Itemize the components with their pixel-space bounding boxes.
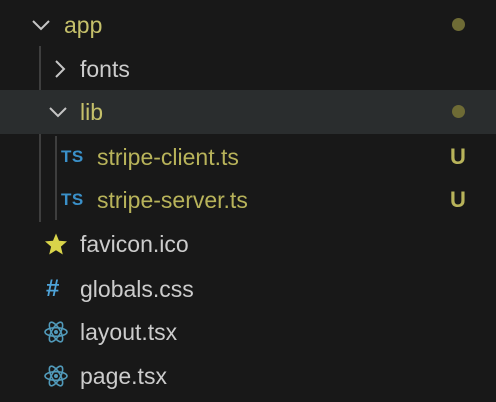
untracked-badge: U <box>450 187 466 212</box>
tree-item-label: stripe-server.ts <box>97 187 248 213</box>
tree-item-fonts[interactable]: fonts <box>0 47 496 91</box>
chevron-down-icon <box>46 100 70 124</box>
tree-item-label: favicon.ico <box>80 231 189 257</box>
tree-item-label: app <box>64 12 103 38</box>
modified-dot <box>452 18 465 31</box>
tree-item-app[interactable]: app <box>0 3 496 47</box>
css-hash-icon: # <box>46 275 60 302</box>
modified-dot <box>452 105 465 118</box>
untracked-badge: U <box>450 144 466 169</box>
tree-item-label: lib <box>80 99 104 125</box>
tree-item-label: fonts <box>80 56 130 82</box>
tree-item-label: globals.css <box>80 276 194 302</box>
tree-item-stripe-client[interactable]: TS stripe-client.ts U <box>0 135 496 179</box>
chevron-down-icon <box>29 13 53 37</box>
star-icon <box>44 232 68 261</box>
tree-item-globals[interactable]: # globals.css <box>0 267 496 311</box>
typescript-icon: TS <box>61 147 84 166</box>
react-icon <box>43 319 69 350</box>
typescript-icon: TS <box>61 190 84 209</box>
tree-item-layout[interactable]: layout.tsx <box>0 310 496 354</box>
tree-item-label: stripe-client.ts <box>97 144 239 170</box>
react-icon <box>43 363 69 394</box>
tree-item-stripe-server[interactable]: TS stripe-server.ts U <box>0 178 496 222</box>
tree-item-label: page.tsx <box>80 363 167 389</box>
tree-item-label: layout.tsx <box>80 319 178 345</box>
tree-item-lib[interactable]: lib <box>0 90 496 134</box>
chevron-right-icon <box>48 57 72 81</box>
file-explorer-tree: app fonts lib TS stripe-client.ts U TS s… <box>0 0 496 402</box>
tree-item-favicon[interactable]: favicon.ico <box>0 222 496 266</box>
tree-item-page[interactable]: page.tsx <box>0 354 496 398</box>
